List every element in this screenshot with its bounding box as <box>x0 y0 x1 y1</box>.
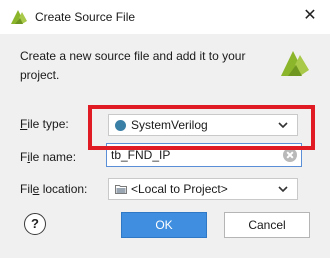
chevron-down-icon[interactable] <box>277 184 289 194</box>
clear-icon[interactable] <box>283 148 297 162</box>
vivado-logo-icon <box>281 51 309 76</box>
dialog-description: Create a new source file and add it to y… <box>20 49 246 82</box>
title-bar: Create Source File ✕ <box>0 0 330 34</box>
create-source-file-dialog: Create Source File ✕ Create a new source… <box>0 0 330 258</box>
help-button[interactable]: ? <box>24 213 46 235</box>
file-location-label: File location: <box>20 182 88 196</box>
file-name-label: File name: <box>20 150 77 164</box>
vivado-logo-icon <box>11 10 27 24</box>
close-icon[interactable]: ✕ <box>300 6 320 26</box>
red-highlight-box <box>88 105 315 150</box>
file-type-label: File type: <box>20 117 69 131</box>
window-title: Create Source File <box>35 10 136 24</box>
file-location-value: <Local to Project> <box>131 182 228 196</box>
folder-icon <box>115 185 127 194</box>
cancel-button[interactable]: Cancel <box>224 212 310 238</box>
ok-button[interactable]: OK <box>121 212 207 238</box>
file-location-select[interactable]: <Local to Project> <box>108 178 298 200</box>
